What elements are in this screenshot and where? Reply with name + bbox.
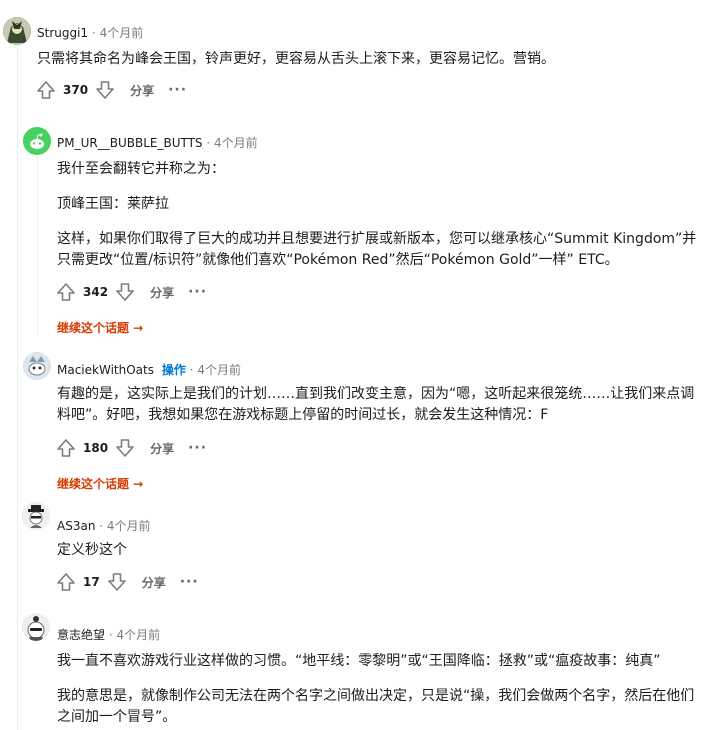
more-dots-icon[interactable]: ··· <box>180 574 199 590</box>
upvote-arrow-icon[interactable] <box>55 281 77 303</box>
continue-thread-link[interactable]: 继续这个话题 → <box>57 319 143 336</box>
share-button[interactable]: 分享 <box>142 574 166 591</box>
thread-line[interactable] <box>17 46 18 730</box>
timestamp[interactable]: 4个月前 <box>117 628 161 642</box>
comment-paragraph: 只需将其命名为峰会王国，铃声更好，更容易从舌头上滚下来，更容易记忆。营销。 <box>37 51 555 67</box>
comment-paragraph: 定义秒这个 <box>57 542 127 558</box>
separator: · <box>99 519 104 533</box>
comment-paragraph: 我什至会翻转它并称之为： <box>57 161 225 177</box>
timestamp[interactable]: 4个月前 <box>100 26 144 40</box>
separator: · <box>91 26 96 40</box>
more-dots-icon[interactable]: ··· <box>188 440 207 456</box>
timestamp[interactable]: 4个月前 <box>214 136 258 150</box>
comment-meta: MaciekWithOats 操作 · 4个月前 <box>57 361 241 378</box>
comment-body: 只需将其命名为峰会王国，铃声更好，更容易从舌头上滚下来，更容易记忆。营销。 <box>37 49 707 70</box>
downvote-arrow-icon[interactable] <box>94 79 116 101</box>
more-dots-icon[interactable]: ··· <box>188 284 207 300</box>
share-button[interactable]: 分享 <box>150 440 174 457</box>
username[interactable]: PM_UR__BUBBLE_BUTTS <box>57 136 203 150</box>
username[interactable]: MaciekWithOats <box>57 363 154 377</box>
username[interactable]: Struggi1 <box>37 26 88 40</box>
comment-paragraph: 有趣的是，这实际上是我们的计划……直到我们改变主意，因为“嗯，这听起来很笼统……… <box>57 386 695 423</box>
share-button[interactable]: 分享 <box>150 284 174 301</box>
avatar[interactable] <box>22 502 50 530</box>
timestamp[interactable]: 4个月前 <box>197 363 241 377</box>
avatar[interactable] <box>3 17 31 45</box>
comment-paragraph: 我的意思是，就像制作公司无法在两个名字之间做出决定，只是说“操，我们会做两个名字… <box>57 688 695 725</box>
vote-score: 370 <box>63 83 89 97</box>
comment-meta: 意志绝望 · 4个月前 <box>57 626 160 643</box>
downvote-arrow-icon[interactable] <box>106 571 128 593</box>
downvote-arrow-icon[interactable] <box>114 437 136 459</box>
separator: · <box>108 628 113 642</box>
upvote-arrow-icon[interactable] <box>35 79 57 101</box>
vote-score: 17 <box>83 575 100 589</box>
comment-actions: 17 分享 ··· <box>55 570 199 594</box>
continue-thread-link[interactable]: 继续这个话题 → <box>57 475 143 492</box>
comment-meta: PM_UR__BUBBLE_BUTTS · 4个月前 <box>57 134 258 151</box>
comment-paragraph: 这样，如果你们取得了巨大的成功并且想要进行扩展或新版本，您可以继承核心“Summ… <box>57 231 697 268</box>
separator: · <box>206 136 211 150</box>
avatar[interactable] <box>22 613 50 641</box>
username[interactable]: AS3an <box>57 519 95 533</box>
separator: · <box>189 363 194 377</box>
upvote-arrow-icon[interactable] <box>55 571 77 593</box>
comment-paragraph: 我一直不喜欢游戏行业这样做的习惯。“地平线：零黎明”或“王国降临：拯救”或“瘟疫… <box>57 653 661 669</box>
downvote-arrow-icon[interactable] <box>114 281 136 303</box>
avatar[interactable] <box>23 352 51 380</box>
comment-meta: AS3an · 4个月前 <box>57 517 151 534</box>
username[interactable]: 意志绝望 <box>57 628 105 642</box>
upvote-arrow-icon[interactable] <box>55 437 77 459</box>
vote-score: 342 <box>83 285 109 299</box>
share-button[interactable]: 分享 <box>130 82 154 99</box>
op-badge: 操作 <box>161 363 186 377</box>
comment-actions: 342 分享 ··· <box>55 280 207 304</box>
thread-line[interactable] <box>37 156 38 336</box>
more-dots-icon[interactable]: ··· <box>168 82 187 98</box>
avatar[interactable] <box>23 127 51 155</box>
comment-actions: 180 分享 ··· <box>55 436 207 460</box>
timestamp[interactable]: 4个月前 <box>107 519 151 533</box>
comment-meta: Struggi1 · 4个月前 <box>37 24 143 41</box>
comment-paragraph: 顶峰王国：莱萨拉 <box>57 196 169 212</box>
vote-score: 180 <box>83 441 109 455</box>
comment-actions: 370 分享 ··· <box>35 78 187 102</box>
